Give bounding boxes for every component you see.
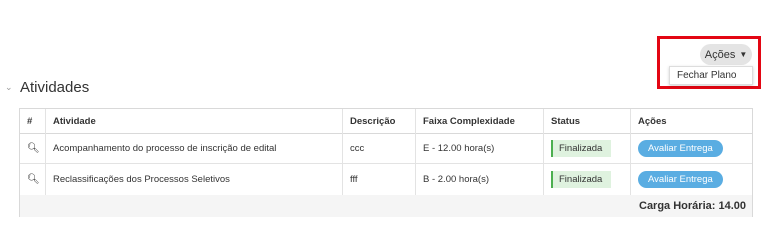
avaliar-entrega-button[interactable]: Avaliar Entrega — [638, 139, 723, 157]
acoes-cell: Avaliar Entrega — [631, 133, 752, 163]
column-header: Ações — [638, 115, 667, 127]
avaliar-entrega-button[interactable]: Avaliar Entrega — [638, 170, 723, 188]
status-badge: Finalizada — [551, 170, 611, 188]
acoes-button[interactable]: Ações ▼ — [700, 44, 752, 65]
row-view-cell: 🔍︎ — [20, 133, 46, 163]
atividade-cell: Acompanhamento do processo de inscrição … — [46, 133, 343, 163]
acoes-cell: Avaliar Entrega — [631, 163, 752, 195]
descricao-cell: fff — [343, 163, 416, 195]
menu-item-fechar-plano[interactable]: Fechar Plano — [677, 70, 736, 81]
acoes-button-label: Ações — [704, 48, 736, 61]
section-header: ⌄ Atividades — [5, 79, 89, 96]
table-row: 🔍︎ Reclassificações dos Processos Seleti… — [20, 163, 752, 196]
atividade-cell: Reclassificações dos Processos Seletivos — [46, 163, 343, 195]
status-cell: Finalizada — [544, 163, 631, 195]
table-footer: Carga Horária: 14.00 — [20, 195, 752, 217]
descricao-cell: ccc — [343, 133, 416, 163]
column-header: # — [20, 109, 46, 133]
faixa-cell: E - 12.00 hora(s) — [416, 133, 544, 163]
column-header: Faixa Complexidade — [416, 109, 544, 133]
table-row: 🔍︎ Acompanhamento do processo de inscriç… — [20, 133, 752, 164]
faixa-cell: B - 2.00 hora(s) — [416, 163, 544, 195]
search-icon[interactable]: 🔍︎ — [27, 174, 40, 185]
column-header: Status — [544, 109, 631, 133]
search-icon[interactable]: 🔍︎ — [27, 143, 40, 154]
chevron-down-icon: ▼ — [739, 50, 748, 59]
row-view-cell: 🔍︎ — [20, 163, 46, 195]
atividades-table: # Atividade Descrição Faixa Complexidade… — [19, 108, 753, 217]
collapse-chevron-icon[interactable]: ⌄ — [5, 82, 17, 93]
acoes-dropdown-menu: Fechar Plano — [669, 66, 753, 85]
section-title: Atividades — [20, 79, 90, 96]
status-badge: Finalizada — [551, 139, 611, 157]
column-header: Descrição — [343, 109, 416, 133]
column-header: Atividade — [46, 109, 343, 133]
table-header-row: # Atividade Descrição Faixa Complexidade… — [20, 109, 752, 134]
carga-horaria-total: Carga Horária: 14.00 — [639, 200, 746, 212]
status-cell: Finalizada — [544, 133, 631, 163]
